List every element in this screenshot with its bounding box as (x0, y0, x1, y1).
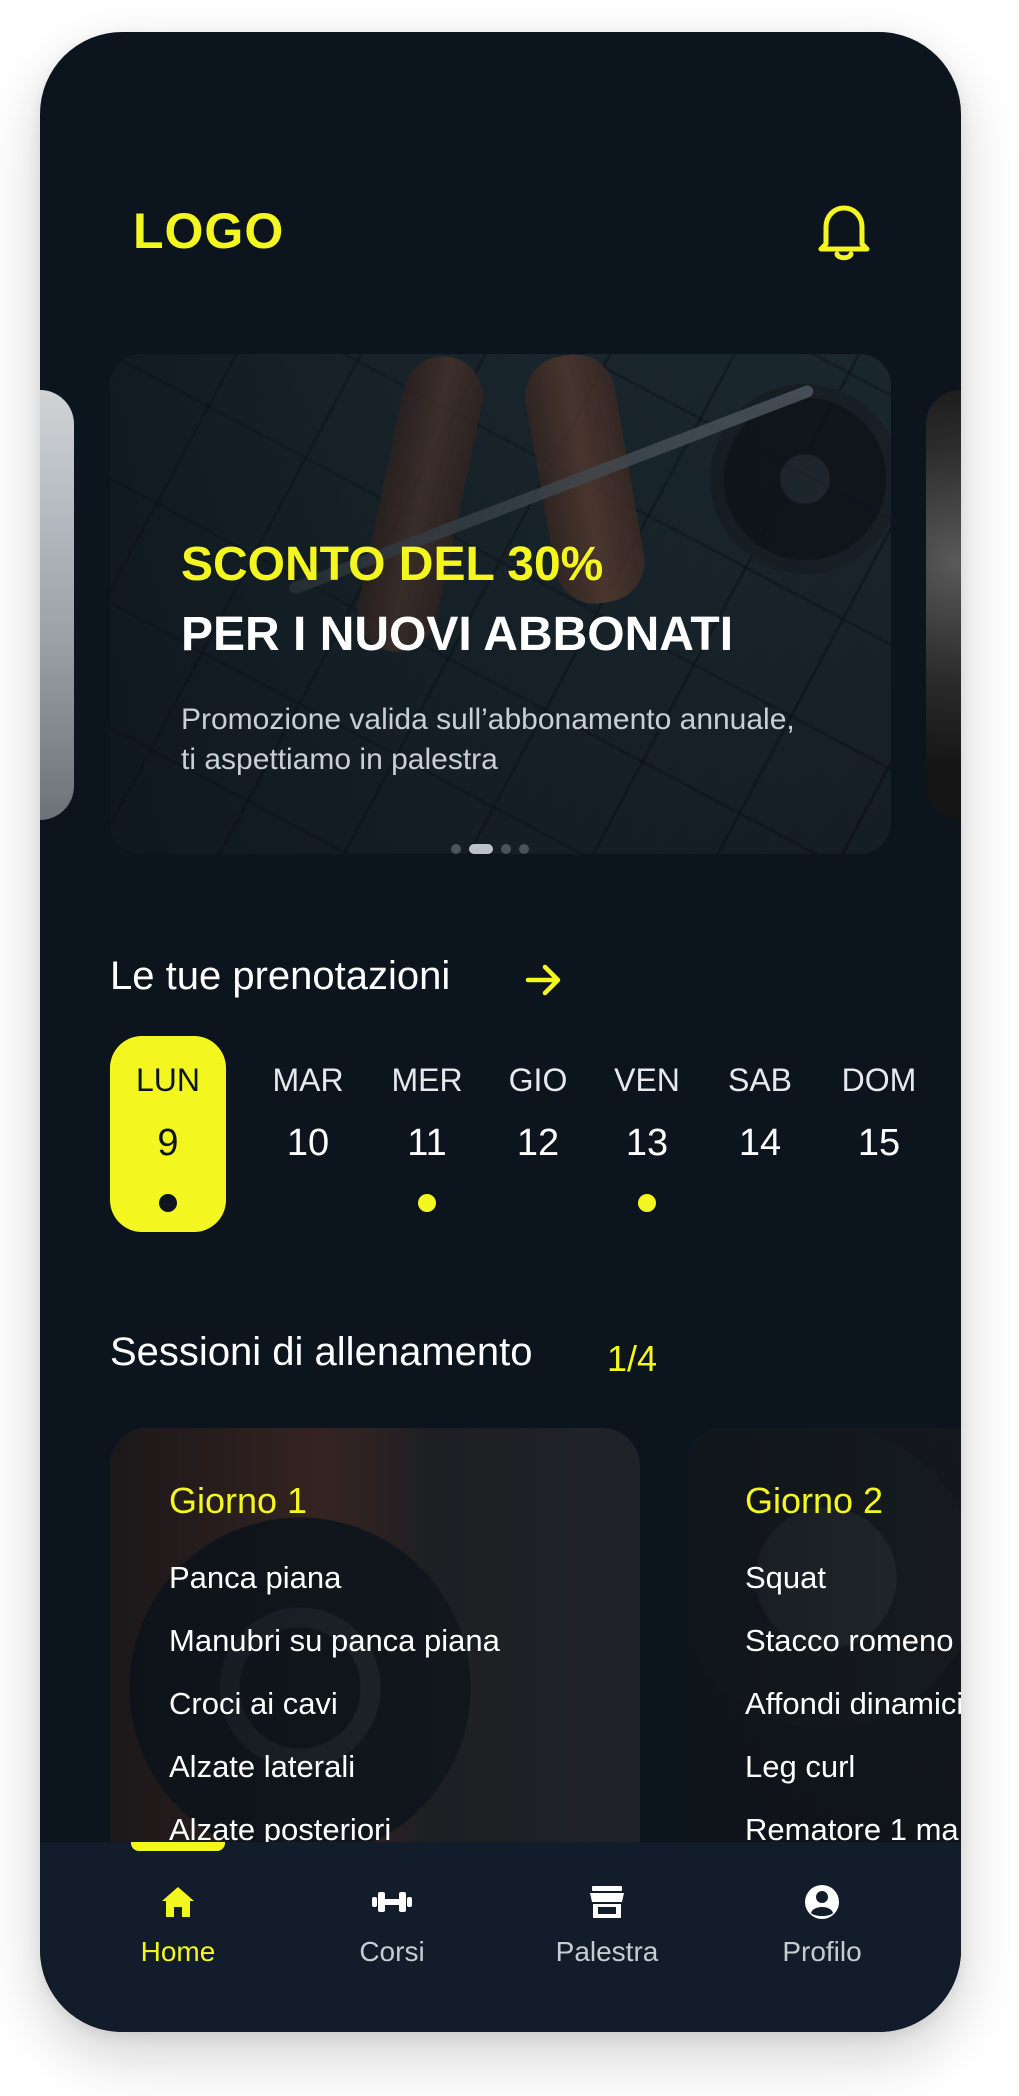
pagination-dot[interactable] (501, 844, 511, 854)
user-circle-icon (805, 1885, 839, 1919)
promo-card-previous[interactable] (40, 390, 74, 820)
phone-screen: LOGO SCONTO DEL 30% PER I NUOVI ABBONATI… (40, 32, 961, 2032)
calendar-day-dom[interactable]: DOM 15 (821, 1036, 937, 1232)
calendar-day-mar[interactable]: MAR 10 (250, 1036, 366, 1232)
exercise-item: Affondi dinamici (745, 1686, 961, 1721)
sessions-title: Sessioni di allenamento (110, 1330, 533, 1374)
nav-corsi[interactable]: Corsi (312, 1882, 472, 1982)
nav-label: Corsi (359, 1936, 425, 1967)
promo-title: PER I NUOVI ABBONATI (181, 608, 734, 661)
session-title: Giorno 1 (169, 1480, 308, 1521)
promo-card[interactable]: SCONTO DEL 30% PER I NUOVI ABBONATI Prom… (110, 354, 891, 854)
bookings-title: Le tue prenotazioni (110, 954, 451, 998)
exercise-list: Squat Stacco romeno Affondi dinamici Leg… (745, 1546, 961, 1861)
dumbbell-icon (372, 1892, 412, 1912)
promo-title-highlight: SCONTO DEL 30% (181, 538, 604, 591)
nav-profilo[interactable]: Profilo (742, 1882, 902, 1982)
carousel-pagination (451, 844, 529, 854)
promo-description: Promozione valida sull’abbonamento annua… (181, 703, 795, 776)
exercise-item: Leg curl (745, 1749, 856, 1784)
calendar-day-sab[interactable]: SAB 14 (702, 1036, 818, 1232)
exercise-item: Panca piana (169, 1560, 342, 1595)
active-tab-indicator (131, 1842, 225, 1851)
bell-icon[interactable] (816, 200, 872, 264)
pagination-dot[interactable] (519, 844, 529, 854)
arrow-right-icon[interactable] (524, 960, 564, 1000)
booking-dot (159, 1194, 177, 1212)
home-icon (162, 1887, 194, 1917)
sessions-counter: 1/4 (607, 1338, 658, 1379)
nav-label: Home (140, 1936, 216, 1967)
calendar-day-lun[interactable]: LUN 9 (110, 1036, 226, 1232)
pagination-dot-active[interactable] (469, 844, 493, 854)
session-title: Giorno 2 (745, 1480, 884, 1521)
calendar-day-ven[interactable]: VEN 13 (589, 1036, 705, 1232)
logo: LOGO (133, 203, 285, 259)
nav-label: Palestra (555, 1936, 659, 1967)
bottom-navigation: Home Corsi Palestra Profilo (40, 1842, 961, 2032)
nav-palestra[interactable]: Palestra (527, 1882, 687, 1982)
nav-label: Profilo (782, 1936, 862, 1967)
store-icon (590, 1886, 624, 1918)
exercise-item: Squat (745, 1560, 827, 1595)
exercise-item: Croci ai cavi (169, 1686, 338, 1721)
exercise-item: Manubri su panca piana (169, 1623, 500, 1658)
exercise-list: Panca piana Manubri su panca piana Croci… (169, 1546, 500, 1861)
promo-card-next[interactable] (926, 390, 961, 820)
exercise-item: Stacco romeno (745, 1623, 954, 1658)
calendar-day-mer[interactable]: MER 11 (369, 1036, 485, 1232)
pagination-dot[interactable] (451, 844, 461, 854)
booking-dot (638, 1194, 656, 1212)
nav-home[interactable]: Home (98, 1882, 258, 1982)
booking-dot (418, 1194, 436, 1212)
calendar-day-gio[interactable]: GIO 12 (480, 1036, 596, 1232)
exercise-item: Alzate laterali (169, 1749, 356, 1784)
